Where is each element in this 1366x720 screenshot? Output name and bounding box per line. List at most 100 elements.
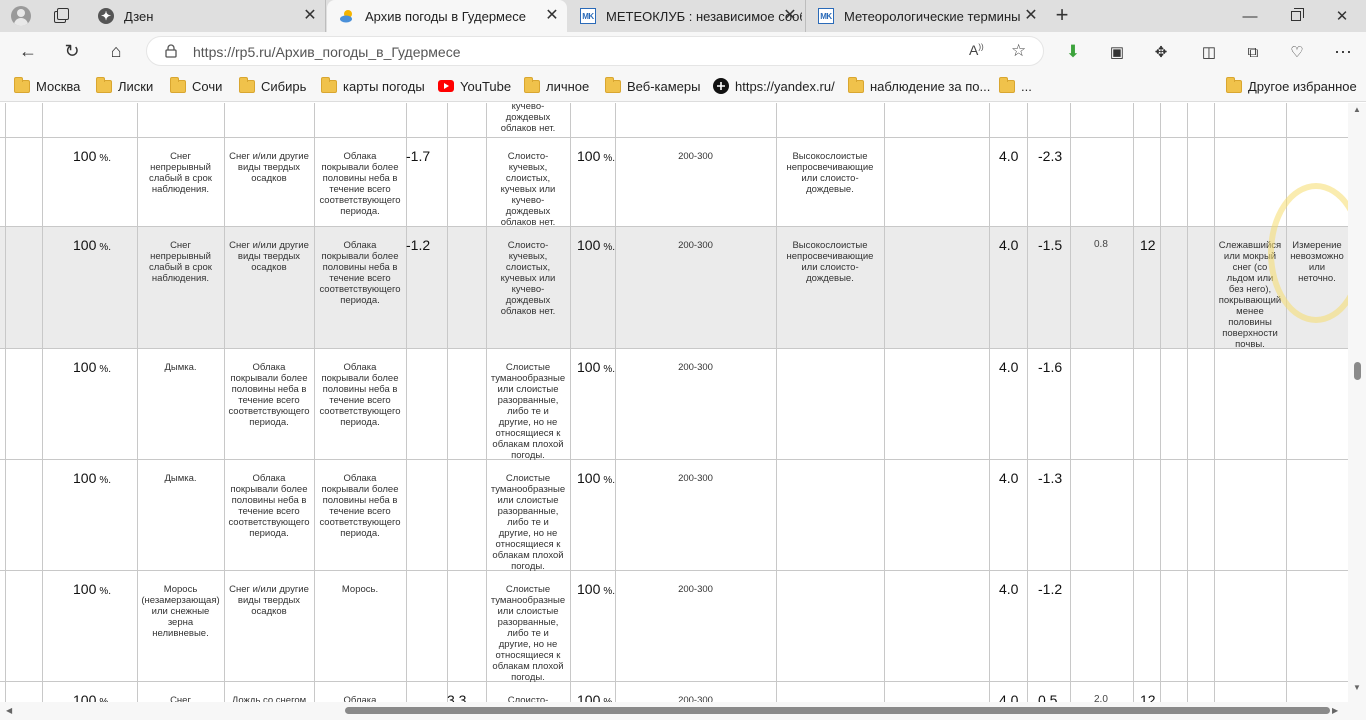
bookmark-lichnoe[interactable]: личное (524, 76, 589, 95)
browser-essentials-icon[interactable]: ♡ (1286, 41, 1308, 63)
close-window-button[interactable]: ✕ (1319, 0, 1365, 32)
percent-unit: %. (603, 475, 616, 486)
bookmark-sochi[interactable]: Сочи (170, 76, 222, 95)
close-icon[interactable]: ✕ (1022, 7, 1040, 25)
table-cell: Дымка. (164, 473, 197, 484)
close-icon[interactable]: ✕ (781, 7, 799, 25)
column-divider (1214, 103, 1215, 702)
table-cell: 2.0 (1094, 694, 1108, 702)
table-cell: -2.3 (1038, 148, 1063, 164)
tab-title: МЕТЕОКЛУБ : независимое сооб (606, 8, 802, 24)
tab-terms[interactable]: MK Метеорологические термины ✕ (806, 0, 1046, 32)
workspaces-icon[interactable] (52, 7, 70, 25)
column-divider (615, 103, 616, 702)
bookmark-sibir[interactable]: Сибирь (239, 76, 306, 95)
table-cell: Облака покрывали более половины неба в т… (228, 362, 310, 428)
table-cell: кучево- дождевых облаков нет. (500, 103, 556, 134)
percent-unit: %. (603, 586, 616, 597)
percent-unit: %. (603, 364, 616, 375)
folder-icon (239, 76, 255, 93)
scroll-down-icon[interactable]: ▼ (1353, 683, 1361, 692)
vertical-scrollbar[interactable]: ▲ ▼ (1348, 103, 1366, 702)
horizontal-scroll-thumb[interactable] (345, 707, 1330, 714)
table-cell: Высокослоистые непросвечивающие или слои… (786, 151, 874, 195)
percent-unit: %. (99, 586, 112, 597)
table-cell: Слоистые туманообразные или слоистые раз… (490, 473, 566, 572)
table-cell: Слоисто- (507, 695, 549, 702)
bookmark-karty[interactable]: карты погоды (321, 76, 425, 95)
weather-archive-table: кучево- дождевых облаков нет. 100%. Снег н… (0, 103, 1348, 702)
column-divider (5, 103, 6, 702)
table-cell: Морось. (341, 584, 379, 595)
bookmark-label: Другое избранное (1248, 78, 1357, 94)
bookmark-liski[interactable]: Лиски (96, 76, 153, 95)
menu-icon[interactable]: ⋯ (1332, 41, 1354, 63)
scroll-up-icon[interactable]: ▲ (1353, 105, 1361, 114)
bookmark-moskva[interactable]: Москва (14, 76, 80, 95)
collections-icon[interactable]: ⧉ (1242, 41, 1264, 63)
cloud-cover-value: 100%. (577, 359, 615, 375)
bookmark-yandex[interactable]: https://yandex.ru/ (713, 77, 835, 95)
percent-number: 100 (577, 581, 601, 597)
table-cell: Дымка. (164, 362, 197, 373)
new-tab-button[interactable]: + (1050, 4, 1074, 28)
table-cell: 200-300 (678, 240, 713, 251)
close-icon[interactable]: ✕ (543, 7, 561, 25)
profile-icon[interactable] (11, 6, 31, 26)
table-cell: -1.3 (1038, 470, 1063, 486)
table-cell: Облака покрывали более половины неба в т… (319, 473, 401, 539)
download-extension-icon[interactable]: ⬇ (1062, 41, 1084, 63)
close-icon[interactable]: ✕ (301, 7, 319, 25)
screenshot-extension-icon[interactable]: ▣ (1106, 41, 1128, 63)
table-cell: Дождь со снегом (231, 695, 307, 702)
home-button[interactable]: ⌂ (101, 37, 131, 65)
cloud-cover-value: 100%. (73, 470, 111, 486)
column-divider (1027, 103, 1028, 702)
bookmark-other-favorites[interactable]: Другое избранное (1226, 76, 1357, 95)
table-cell: Снег и/или другие виды твердых осадков (229, 240, 309, 273)
table-cell: Слоисто- кучевых, слоистых, кучевых или … (500, 240, 556, 317)
favorite-star-icon[interactable]: ☆ (1011, 41, 1026, 61)
table-cell: -1.2 (1038, 581, 1063, 597)
bookmark-youtube[interactable]: YouTube (438, 77, 511, 95)
minimize-button[interactable]: — (1227, 0, 1273, 32)
scroll-left-icon[interactable]: ◀ (6, 706, 12, 715)
table-cell: 4.0 (999, 470, 1019, 486)
table-cell: 200-300 (678, 151, 713, 162)
address-bar[interactable]: https://rp5.ru/Архив_погоды_в_Гудермесе … (146, 36, 1044, 66)
tab-archive[interactable]: Архив погоды в Гудермесе ✕ (327, 0, 567, 32)
percent-number: 100 (577, 692, 601, 702)
table-cell: Слоистые туманообразные или слоистые раз… (490, 362, 566, 461)
table-cell: Снег и/или другие виды твердых осадков (229, 584, 309, 617)
reload-button[interactable]: ↻ (57, 37, 87, 65)
extensions-icon[interactable]: ✥ (1150, 41, 1172, 63)
folder-icon (1226, 76, 1242, 93)
bookmark-more[interactable]: ... (999, 76, 1032, 95)
cloud-cover-value: 100%. (73, 692, 111, 702)
percent-unit: %. (99, 242, 112, 253)
read-aloud-icon[interactable]: A)) (969, 42, 984, 58)
cloud-cover-value: 100%. (577, 237, 615, 253)
horizontal-scrollbar[interactable]: ◀ ▶ (0, 702, 1366, 720)
tab-dzen[interactable]: ✦ Дзен ✕ (86, 0, 326, 32)
table-cell: Облака покрывали более половины неба в т… (319, 240, 401, 306)
column-divider (989, 103, 990, 702)
vertical-scroll-thumb[interactable] (1354, 362, 1361, 380)
bookmark-nablyudenie[interactable]: наблюдение за по... (848, 76, 990, 95)
cloud-cover-value: 100%. (73, 148, 111, 164)
scroll-right-icon[interactable]: ▶ (1332, 706, 1338, 715)
bookmark-webcams[interactable]: Веб-камеры (605, 76, 700, 95)
percent-unit: %. (99, 153, 112, 164)
split-screen-icon[interactable]: ◫ (1198, 41, 1220, 63)
back-button[interactable]: ← (13, 37, 43, 65)
percent-number: 100 (577, 359, 601, 375)
cloud-cover-value: 100%. (577, 581, 615, 597)
table-cell: Облака (343, 695, 377, 702)
table-cell: Слоистые туманообразные или слоистые раз… (490, 584, 566, 683)
table-cell: -1.2 (406, 237, 431, 253)
lock-icon (165, 44, 177, 58)
column-divider (1133, 103, 1134, 702)
tab-meteoclub[interactable]: MK МЕТЕОКЛУБ : независимое сооб ✕ (568, 0, 806, 32)
column-divider (570, 103, 571, 702)
restore-button[interactable] (1273, 0, 1319, 32)
